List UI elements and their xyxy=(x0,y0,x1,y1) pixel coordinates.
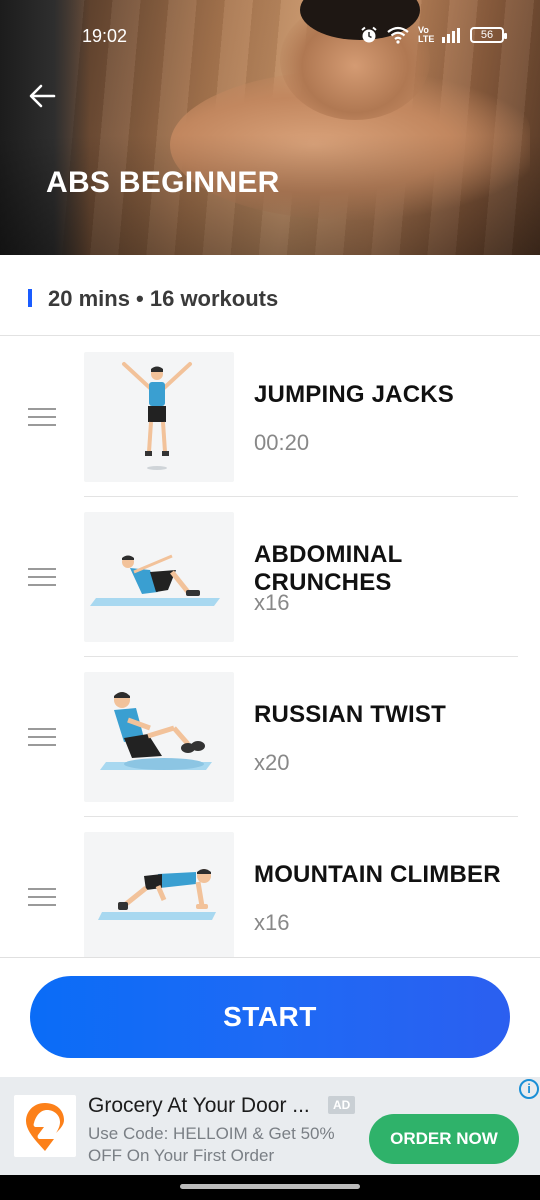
page-title: ABS BEGINNER xyxy=(46,166,280,199)
exercise-amount: x16 xyxy=(254,590,290,615)
status-bar: 19:02 Vo LTE 56 xyxy=(0,26,540,48)
ad-title[interactable]: Grocery At Your Door ... xyxy=(88,1094,310,1118)
back-arrow-icon xyxy=(29,84,56,108)
exercise-row[interactable]: JUMPING JACKS 00:20 xyxy=(0,337,540,497)
exercise-amount: x20 xyxy=(254,750,290,775)
ad-info-icon[interactable]: i xyxy=(519,1079,539,1099)
exercise-row[interactable]: MOUNTAIN CLIMBER x16 xyxy=(0,817,540,957)
exercise-list[interactable]: JUMPING JACKS 00:20 ABDOMINAL CRUNCHES x… xyxy=(0,337,540,957)
drag-handle-icon[interactable] xyxy=(28,728,56,746)
exercise-name: RUSSIAN TWIST xyxy=(254,701,446,728)
ad-subtitle: Use Code: HELLOIM & Get 50% OFF On Your … xyxy=(88,1124,335,1165)
order-now-button[interactable]: ORDER NOW xyxy=(369,1114,519,1164)
screen: 19:02 Vo LTE 56 ABS BEGINNER 20 mins • 1… xyxy=(0,0,540,1200)
workout-summary: 20 mins • 16 workouts xyxy=(0,258,540,336)
wifi-icon xyxy=(387,26,409,44)
summary-text: 20 mins • 16 workouts xyxy=(48,286,279,311)
exercise-amount: 00:20 xyxy=(254,430,310,455)
exercise-name: MOUNTAIN CLIMBER xyxy=(254,861,501,888)
mountain-climber-illustration xyxy=(84,832,234,957)
russian-twist-illustration xyxy=(84,672,234,802)
start-button[interactable]: START xyxy=(30,976,510,1058)
status-icons: Vo LTE 56 xyxy=(360,25,507,44)
exercise-name: ABDOMINAL CRUNCHES xyxy=(254,541,403,596)
abdominal-crunches-illustration xyxy=(84,512,234,642)
ad-banner[interactable]: Grocery At Your Door ... AD Use Code: HE… xyxy=(0,1077,540,1175)
exercise-row[interactable]: RUSSIAN TWIST x20 xyxy=(0,657,540,817)
exercise-row[interactable]: ABDOMINAL CRUNCHES x16 xyxy=(0,497,540,657)
system-nav-bar xyxy=(0,1175,540,1200)
home-gesture-bar[interactable] xyxy=(180,1184,360,1189)
summary-accent-bar xyxy=(28,289,32,307)
status-time: 19:02 xyxy=(82,26,128,46)
exercise-name: JUMPING JACKS xyxy=(254,381,454,408)
drag-handle-icon[interactable] xyxy=(28,568,56,586)
volte-label: Vo LTE xyxy=(418,25,435,44)
jumping-jacks-illustration xyxy=(84,352,234,482)
ad-badge: AD xyxy=(328,1096,356,1114)
back-button[interactable] xyxy=(28,82,58,112)
exercise-amount: x16 xyxy=(254,910,290,935)
signal-icon xyxy=(442,28,460,43)
drag-handle-icon[interactable] xyxy=(28,408,56,426)
battery-icon: 56 xyxy=(470,27,507,43)
drag-handle-icon[interactable] xyxy=(28,888,56,906)
alarm-icon xyxy=(361,26,377,43)
swiggy-logo-icon xyxy=(14,1095,76,1157)
footer-divider xyxy=(0,957,540,958)
